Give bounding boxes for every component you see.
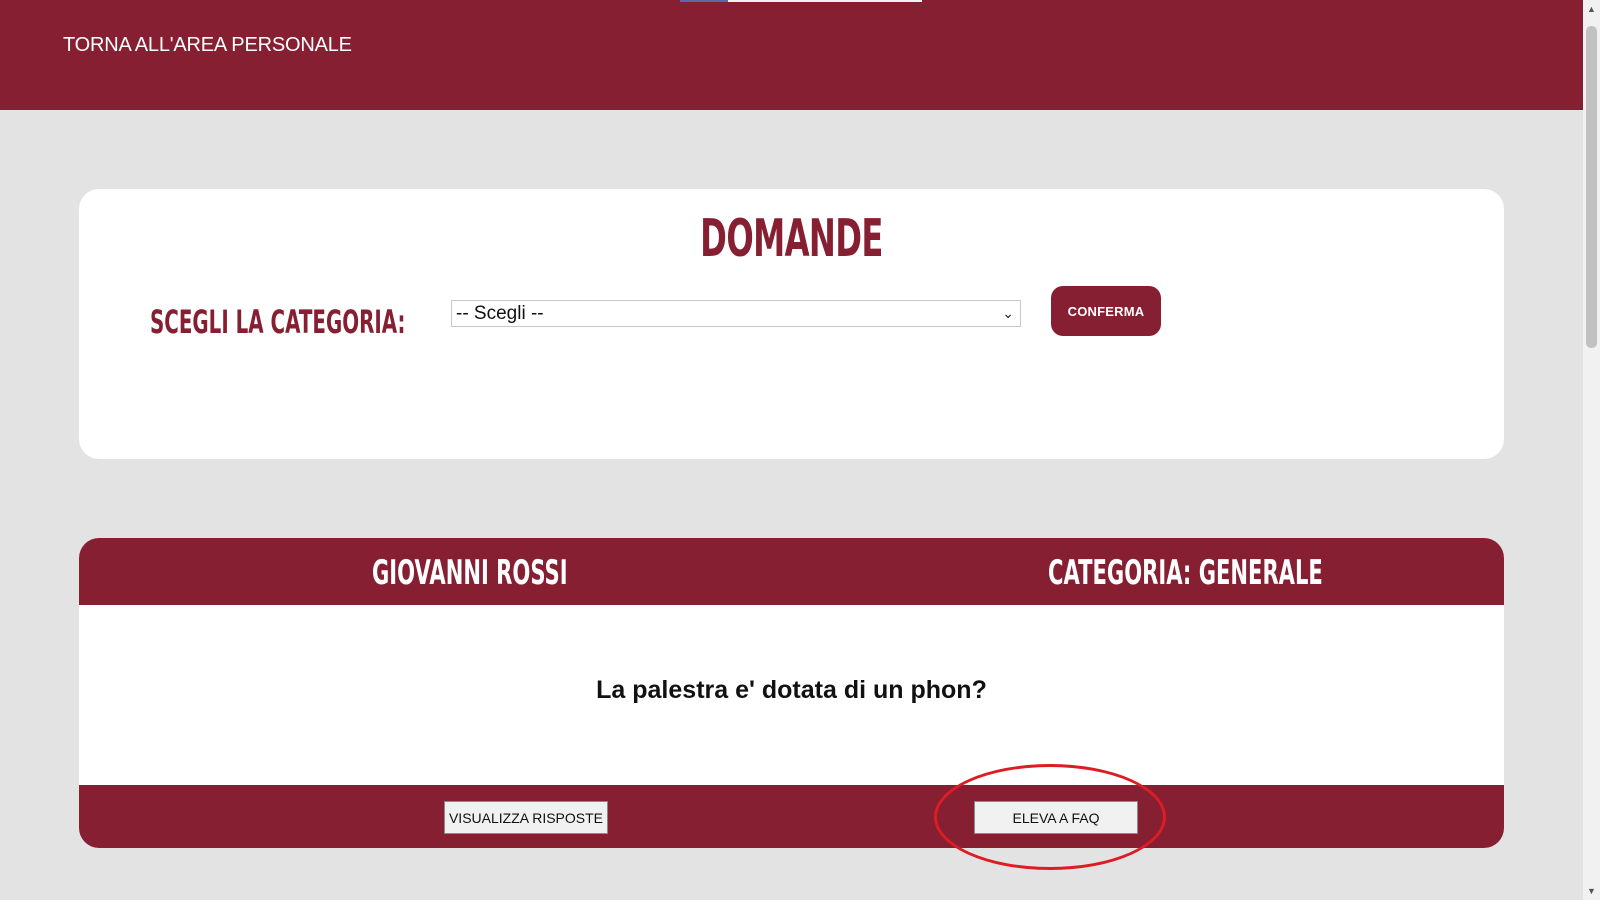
question-card: GIOVANNI ROSSI CATEGORIA: GENERALE La pa… xyxy=(79,538,1504,848)
category-select-value: -- Scegli -- xyxy=(456,303,544,324)
view-answers-button[interactable]: VISUALIZZA RISPOSTE xyxy=(444,801,608,834)
category-filter-panel: DOMANDE SCEGLI LA CATEGORIA: -- Scegli -… xyxy=(79,189,1504,459)
top-strip-light xyxy=(728,0,922,2)
question-card-footer: VISUALIZZA RISPOSTE ELEVA A FAQ xyxy=(79,785,1504,848)
question-author: GIOVANNI ROSSI xyxy=(372,553,568,593)
category-label: SCEGLI LA CATEGORIA: xyxy=(150,303,406,341)
question-category: CATEGORIA: GENERALE xyxy=(1048,553,1323,593)
question-text: La palestra e' dotata di un phon? xyxy=(596,676,987,704)
scrollbar-thumb[interactable] xyxy=(1586,26,1597,348)
triangle-down-icon[interactable]: ▼ xyxy=(1583,884,1600,898)
elevate-to-faq-button[interactable]: ELEVA A FAQ xyxy=(974,801,1138,834)
confirm-button[interactable]: CONFERMA xyxy=(1051,286,1161,336)
triangle-up-icon[interactable]: ▲ xyxy=(1583,2,1600,16)
chevron-down-icon: ⌄ xyxy=(1002,305,1014,321)
page-title: DOMANDE xyxy=(700,209,883,269)
top-bar: TORNA ALL'AREA PERSONALE xyxy=(0,0,1583,110)
category-select[interactable]: -- Scegli -- ⌄ xyxy=(451,300,1021,327)
question-card-header: GIOVANNI ROSSI CATEGORIA: GENERALE xyxy=(79,538,1504,605)
back-to-personal-area-link[interactable]: TORNA ALL'AREA PERSONALE xyxy=(63,34,352,57)
top-strip-accent xyxy=(680,0,728,2)
